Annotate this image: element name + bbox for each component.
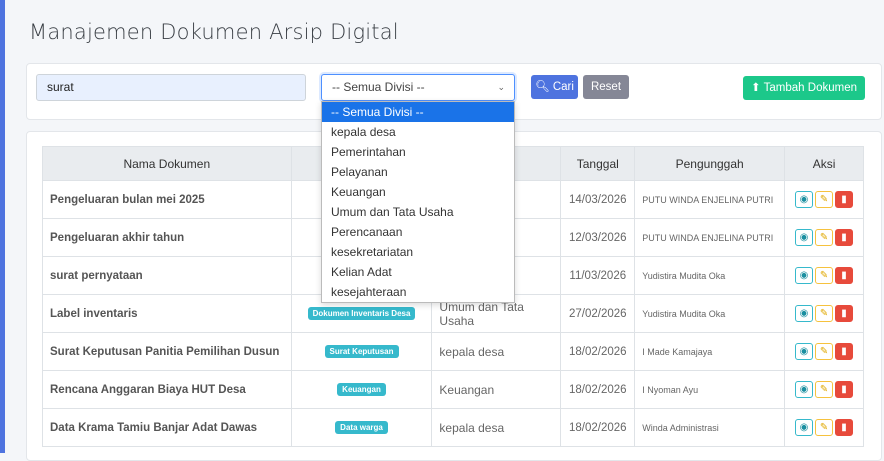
search-button-label: Cari [552, 81, 574, 93]
eye-icon[interactable]: ◉ [795, 381, 814, 398]
document-name: Pengeluaran akhir tahun [42, 218, 292, 257]
dropdown-option[interactable]: -- Semua Divisi -- [322, 102, 514, 122]
trash-icon[interactable]: ▮ [835, 229, 854, 246]
trash-icon[interactable]: ▮ [835, 267, 854, 284]
search-button[interactable]: 🔍︎ Cari [531, 75, 578, 99]
chevron-down-icon: ⌄ [497, 82, 505, 92]
trash-icon[interactable]: ▮ [835, 305, 854, 322]
header-name: Nama Dokumen [42, 146, 292, 181]
document-name: Rencana Anggaran Biaya HUT Desa [42, 370, 292, 409]
eye-icon[interactable]: ◉ [795, 419, 814, 436]
edit-icon[interactable]: ✎ [815, 267, 834, 284]
actions-cell: ◉ ✎ ▮ [784, 332, 864, 371]
eye-icon[interactable]: ◉ [795, 305, 814, 322]
table-row: Data Krama Tamiu Banjar Adat Dawas Data w… [42, 408, 864, 447]
division-dropdown: -- Semua Divisi -- kepala desa Pemerintaha… [321, 101, 515, 303]
uploader-cell: Yudistira Mudita Oka [634, 294, 786, 333]
search-input[interactable]: surat [36, 74, 306, 101]
dropdown-option[interactable]: Umum dan Tata Usaha [322, 202, 514, 222]
dropdown-option[interactable]: Kelian Adat [322, 262, 514, 282]
date-cell: 18/02/2026 [560, 370, 636, 409]
edit-icon[interactable]: ✎ [815, 229, 834, 246]
document-name: Data Krama Tamiu Banjar Adat Dawas [42, 408, 292, 447]
header-date: Tanggal [560, 146, 636, 181]
trash-icon[interactable]: ▮ [835, 419, 854, 436]
date-cell: 14/03/2026 [560, 180, 636, 219]
actions-cell: ◉ ✎ ▮ [784, 408, 864, 447]
table-row: Surat Keputusan Panitia Pemilihan Dusun S… [42, 332, 864, 371]
actions-cell: ◉ ✎ ▮ [784, 256, 864, 295]
uploader-cell: PUTU WINDA ENJELINA PUTRI [634, 218, 786, 257]
uploader-cell: Winda Administrasi [634, 408, 786, 447]
trash-icon[interactable]: ▮ [835, 381, 854, 398]
division-cell: kepala desa [431, 332, 562, 371]
actions-cell: ◉ ✎ ▮ [784, 294, 864, 333]
dropdown-option[interactable]: Pelayanan [322, 162, 514, 182]
category-cell: Data warga [290, 408, 433, 447]
reset-button[interactable]: Reset [583, 75, 629, 99]
dropdown-option[interactable]: Keuangan [322, 182, 514, 202]
document-name: Surat Keputusan Panitia Pemilihan Dusun [42, 332, 292, 371]
eye-icon[interactable]: ◉ [795, 191, 814, 208]
header-actions: Aksi [784, 146, 864, 181]
uploader-cell: I Nyoman Ayu [634, 370, 786, 409]
division-cell: kepala desa [431, 408, 562, 447]
date-cell: 18/02/2026 [560, 332, 636, 371]
header-uploader: Pengunggah [634, 146, 786, 181]
date-cell: 12/03/2026 [560, 218, 636, 257]
dropdown-option[interactable]: Pemerintahan [322, 142, 514, 162]
dropdown-option[interactable]: kepala desa [322, 122, 514, 142]
document-name: Label inventaris [42, 294, 292, 333]
dropdown-option[interactable]: kesejahteraan [322, 282, 514, 302]
add-document-button[interactable]: ⬆ Tambah Dokumen [743, 76, 865, 100]
category-badge: Keuangan [337, 383, 386, 396]
eye-icon[interactable]: ◉ [795, 343, 814, 360]
division-cell: Keuangan [431, 370, 562, 409]
dropdown-option[interactable]: Perencanaan [322, 222, 514, 242]
edit-icon[interactable]: ✎ [815, 305, 834, 322]
page-title: Manajemen Dokumen Arsip Digital [29, 20, 399, 44]
division-select-value: -- Semua Divisi -- [332, 80, 425, 94]
category-cell: Surat Keputusan [290, 332, 433, 371]
category-badge: Data warga [335, 421, 388, 434]
trash-icon[interactable]: ▮ [835, 191, 854, 208]
uploader-cell: Yudistira Mudita Oka [634, 256, 786, 295]
dropdown-option[interactable]: kesekretariatan [322, 242, 514, 262]
table-row: Rencana Anggaran Biaya HUT Desa Keuangan K… [42, 370, 864, 409]
trash-icon[interactable]: ▮ [835, 343, 854, 360]
eye-icon[interactable]: ◉ [795, 267, 814, 284]
uploader-cell: PUTU WINDA ENJELINA PUTRI [634, 180, 786, 219]
date-cell: 27/02/2026 [560, 294, 636, 333]
upload-icon: ⬆ [751, 82, 761, 94]
edit-icon[interactable]: ✎ [815, 419, 834, 436]
document-name: surat pernyataan [42, 256, 292, 295]
category-cell: Keuangan [290, 370, 433, 409]
actions-cell: ◉ ✎ ▮ [784, 218, 864, 257]
edit-icon[interactable]: ✎ [815, 343, 834, 360]
division-select[interactable]: -- Semua Divisi -- ⌄ [321, 74, 515, 101]
eye-icon[interactable]: ◉ [795, 229, 814, 246]
actions-cell: ◉ ✎ ▮ [784, 180, 864, 219]
actions-cell: ◉ ✎ ▮ [784, 370, 864, 409]
edit-icon[interactable]: ✎ [815, 381, 834, 398]
document-name: Pengeluaran bulan mei 2025 [42, 180, 292, 219]
date-cell: 18/02/2026 [560, 408, 636, 447]
date-cell: 11/03/2026 [560, 256, 636, 295]
search-icon: 🔍︎ [535, 81, 550, 93]
uploader-cell: I Made Kamajaya [634, 332, 786, 371]
category-badge: Surat Keputusan [324, 345, 399, 358]
add-document-label: Tambah Dokumen [763, 82, 857, 94]
category-badge: Dokumen Inventaris Desa [307, 307, 416, 320]
edit-icon[interactable]: ✎ [815, 191, 834, 208]
